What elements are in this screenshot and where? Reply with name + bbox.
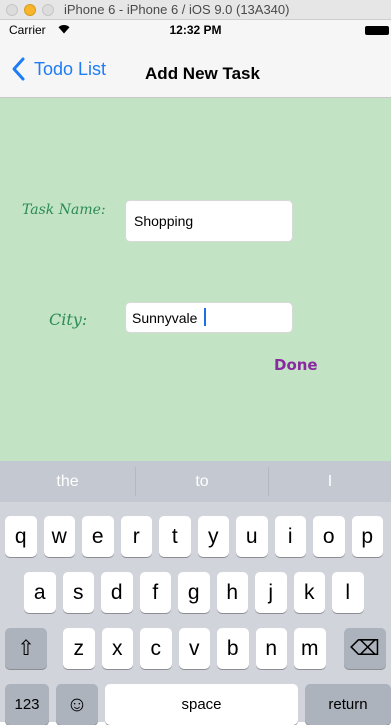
key-r[interactable]: r	[120, 516, 152, 557]
key-l[interactable]: l	[332, 572, 364, 613]
key-a[interactable]: a	[24, 572, 56, 613]
delete-key-icon-label: ⌫	[350, 637, 380, 660]
key-c[interactable]: c	[140, 628, 172, 669]
city-input[interactable]	[125, 302, 293, 333]
key-z[interactable]: z	[63, 628, 95, 669]
key-h-label: h	[226, 581, 239, 604]
space-key[interactable]: space	[105, 684, 298, 725]
key-z-label: z	[73, 637, 85, 660]
suggestion-item[interactable]: the	[0, 461, 135, 502]
key-r-label: r	[132, 525, 140, 548]
window-close-button[interactable]	[6, 4, 18, 16]
key-m-label: m	[301, 637, 319, 660]
key-q[interactable]: q	[5, 516, 37, 557]
key-w-label: w	[51, 525, 67, 548]
key-o[interactable]: o	[313, 516, 345, 557]
simulator-title-bar: iPhone 6 - iPhone 6 / iOS 9.0 (13A340)	[0, 0, 391, 20]
key-k[interactable]: k	[293, 572, 325, 613]
key-a-label: a	[33, 581, 46, 604]
page-title: Add New Task	[145, 64, 260, 83]
numbers-key[interactable]: 123	[5, 684, 49, 725]
key-o-label: o	[322, 525, 335, 548]
key-f[interactable]: f	[139, 572, 171, 613]
window-zoom-button[interactable]	[42, 4, 54, 16]
done-button[interactable]: Done	[274, 356, 318, 374]
return-key[interactable]: return	[305, 684, 391, 725]
delete-key-icon[interactable]: ⌫	[344, 628, 386, 669]
space-key-label: space	[181, 696, 222, 713]
task-name-input[interactable]	[125, 200, 293, 242]
shift-key-icon[interactable]: ⇧	[5, 628, 47, 669]
keyboard: the to I q w e r t y u i o p a s d f g h j k l ⇧ z x c v b n m ⌫ 123…	[0, 461, 391, 725]
key-m[interactable]: m	[294, 628, 326, 669]
key-g[interactable]: g	[178, 572, 210, 613]
navigation-bar: Todo List Add New Task	[0, 40, 391, 98]
key-d-label: d	[110, 581, 123, 604]
numbers-key-label: 123	[14, 696, 40, 713]
key-e-label: e	[91, 525, 104, 548]
key-n[interactable]: n	[255, 628, 287, 669]
key-e[interactable]: e	[82, 516, 114, 557]
status-bar: Carrier 12:32 PM	[0, 20, 391, 40]
text-cursor	[204, 308, 206, 326]
key-x[interactable]: x	[101, 628, 133, 669]
key-p-label: p	[361, 525, 374, 548]
window-minimize-button[interactable]	[24, 4, 36, 16]
key-k-label: k	[304, 581, 315, 604]
key-b[interactable]: b	[217, 628, 249, 669]
key-n-label: n	[265, 637, 278, 660]
key-u[interactable]: u	[236, 516, 268, 557]
key-i-label: i	[287, 525, 293, 548]
task-name-label: Task Name:	[22, 202, 106, 218]
suggestion-item[interactable]: I	[269, 461, 391, 502]
key-u-label: u	[245, 525, 258, 548]
key-t[interactable]: t	[159, 516, 191, 557]
suggestion-item[interactable]: to	[136, 461, 268, 502]
emoji-key-icon-label: ☺	[66, 693, 88, 716]
key-f-label: f	[152, 581, 159, 604]
key-y[interactable]: y	[197, 516, 229, 557]
key-s-label: s	[73, 581, 84, 604]
key-j[interactable]: j	[255, 572, 287, 613]
return-key-label: return	[328, 696, 368, 713]
key-p[interactable]: p	[351, 516, 383, 557]
key-v[interactable]: v	[178, 628, 210, 669]
add-task-form: Task Name: City: Done	[0, 98, 391, 461]
key-l-label: l	[345, 581, 351, 604]
city-label: City:	[49, 310, 88, 329]
key-v-label: v	[189, 637, 200, 660]
key-y-label: y	[208, 525, 219, 548]
key-h[interactable]: h	[216, 572, 248, 613]
key-c-label: c	[150, 637, 162, 660]
simulator-window-title: iPhone 6 - iPhone 6 / iOS 9.0 (13A340)	[64, 2, 290, 17]
key-x-label: x	[112, 637, 123, 660]
key-b-label: b	[226, 637, 239, 660]
key-i[interactable]: i	[274, 516, 306, 557]
status-time: 12:32 PM	[169, 23, 222, 37]
predictive-bar: the to I	[0, 461, 391, 502]
key-t-label: t	[171, 525, 178, 548]
key-j-label: j	[268, 581, 274, 604]
shift-key-icon-label: ⇧	[17, 637, 35, 660]
key-d[interactable]: d	[101, 572, 133, 613]
key-w[interactable]: w	[43, 516, 75, 557]
key-s[interactable]: s	[62, 572, 94, 613]
emoji-key-icon[interactable]: ☺	[56, 684, 98, 725]
key-q-label: q	[14, 525, 27, 548]
key-g-label: g	[187, 581, 200, 604]
battery-icon	[365, 26, 389, 35]
